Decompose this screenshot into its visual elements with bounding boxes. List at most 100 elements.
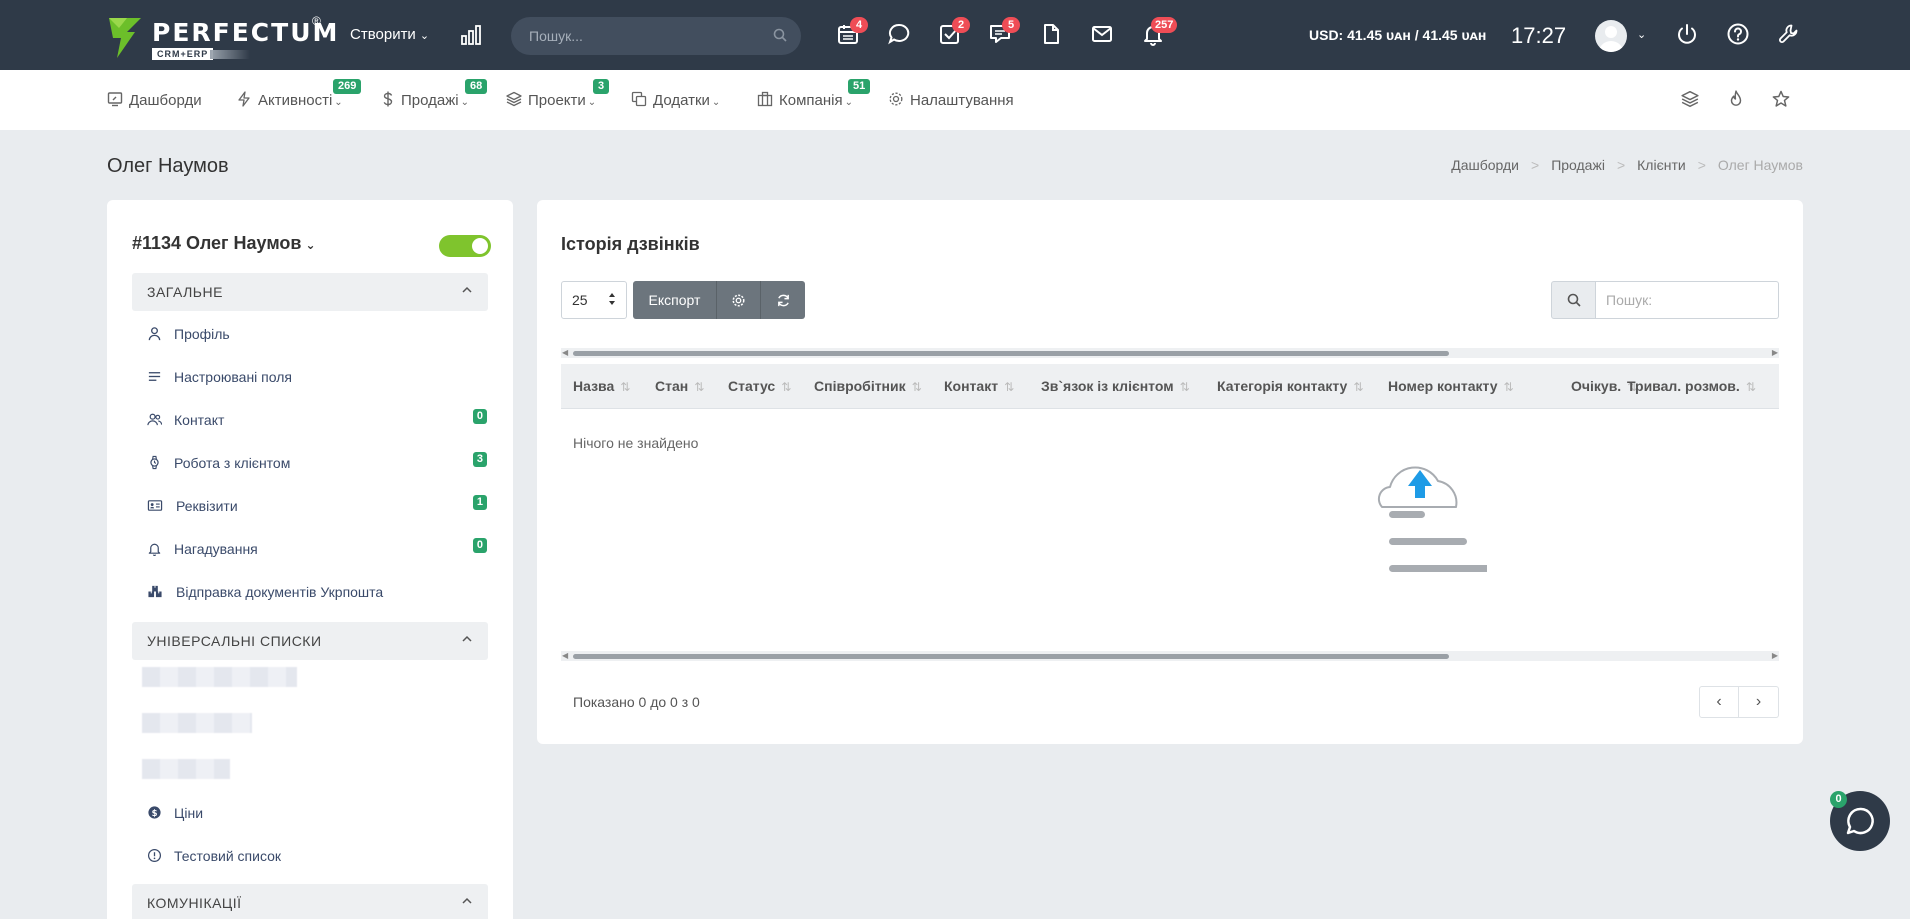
tasks-button[interactable]: 2 xyxy=(938,17,970,50)
messages-badge: 5 xyxy=(1002,17,1020,33)
column-header-client-relation[interactable]: Зв`язок із клієнтом ⇅ xyxy=(1041,378,1190,394)
breadcrumb-separator: > xyxy=(1616,157,1626,173)
table-search-input[interactable] xyxy=(1596,281,1779,319)
column-header-contact-category[interactable]: Категорія контакту ⇅ xyxy=(1217,378,1363,394)
nav-label: Додатки xyxy=(653,92,710,109)
nav-label: Продажі xyxy=(401,92,459,109)
client-selector[interactable]: #1134 Олег Наумов ⌄ xyxy=(132,233,316,254)
layers-icon[interactable] xyxy=(1681,90,1699,108)
sidebar-item-test-list[interactable]: Тестовий список xyxy=(147,845,487,867)
logout-button[interactable] xyxy=(1675,22,1703,50)
scroll-left-arrow-icon[interactable]: ◀ xyxy=(562,651,568,661)
chat-button[interactable] xyxy=(887,22,915,50)
previous-page-button[interactable]: ‹ xyxy=(1699,686,1739,718)
client-active-toggle[interactable] xyxy=(439,235,491,257)
dashboard-icon xyxy=(107,92,123,107)
sidebar-item-reminders[interactable]: Нагадування 0 xyxy=(147,538,487,560)
nav-activities[interactable]: Активності ⌄ 269 xyxy=(236,79,362,109)
breadcrumb-dashboards[interactable]: Дашборди xyxy=(1451,157,1519,173)
bar-chart-icon[interactable] xyxy=(460,24,482,46)
page-length-select[interactable]: 25 xyxy=(561,281,627,319)
table-scrollbar-top[interactable]: ◀ ▶ xyxy=(561,348,1779,358)
sidebar-item-label: Робота з клієнтом xyxy=(174,455,291,471)
column-header-status[interactable]: Статус ⇅ xyxy=(728,378,791,394)
scroll-right-arrow-icon[interactable]: ▶ xyxy=(1772,651,1778,661)
coin-icon: $ xyxy=(148,806,161,819)
chevron-down-icon: ⌄ xyxy=(587,97,597,108)
gear-icon xyxy=(732,294,745,306)
column-header-employee[interactable]: Співробітник ⇅ xyxy=(814,378,922,394)
sidebar-item-contact[interactable]: Контакт 0 xyxy=(147,409,487,431)
table-scrollbar-bottom[interactable]: ◀ ▶ xyxy=(561,651,1779,661)
mail-icon xyxy=(1092,26,1112,42)
nav-sales[interactable]: Продажі ⌄ 68 xyxy=(381,79,488,109)
star-icon[interactable] xyxy=(1772,90,1790,108)
column-header-contact-number[interactable]: Номер контакту ⇅ xyxy=(1388,378,1514,394)
breadcrumb-clients[interactable]: Клієнти xyxy=(1637,157,1686,173)
column-header-contact[interactable]: Контакт ⇅ xyxy=(944,378,1014,394)
column-header-state[interactable]: Стан ⇅ xyxy=(655,378,704,394)
scroll-right-arrow-icon[interactable]: ▶ xyxy=(1772,348,1778,358)
chevron-left-icon: ‹ xyxy=(1716,693,1722,710)
svg-text:$: $ xyxy=(152,808,158,818)
nav-settings[interactable]: Налаштування xyxy=(888,91,1014,109)
breadcrumb: Дашборди > Продажі > Клієнти > Олег Наумов xyxy=(1451,157,1803,173)
nav-badge: 68 xyxy=(465,79,488,94)
notifications-button[interactable]: 257 xyxy=(1141,17,1178,50)
nav-label: Налаштування xyxy=(910,92,1014,109)
sidebar-item-custom-fields[interactable]: Настроювані поля xyxy=(147,366,487,388)
scrollbar-thumb[interactable] xyxy=(573,654,1449,659)
sort-icon: ⇅ xyxy=(781,380,792,394)
sidebar-item-requisites[interactable]: Реквізити 1 xyxy=(147,495,487,517)
search-icon[interactable] xyxy=(773,28,787,42)
section-universal-lists-header[interactable]: УНІВЕРСАЛЬНІ СПИСКИ xyxy=(132,622,488,660)
messages-button[interactable]: 5 xyxy=(988,17,1020,50)
flame-icon[interactable] xyxy=(1727,90,1745,108)
wrench-icon xyxy=(1779,24,1798,43)
column-header-name[interactable]: Назва ⇅ xyxy=(573,378,630,394)
sidebar-item-client-work[interactable]: Робота з клієнтом 3 xyxy=(147,452,487,474)
sidebar-item-ukrposhta[interactable]: Відправка документів Укрпошта xyxy=(147,581,487,603)
section-general-header[interactable]: ЗАГАЛЬНЕ xyxy=(132,273,488,311)
breadcrumb-sales[interactable]: Продажі xyxy=(1551,157,1605,173)
sort-icon: ⇅ xyxy=(1179,380,1190,394)
empty-message: Нічого не знайдено xyxy=(573,435,699,451)
sidebar-item-count: 0 xyxy=(472,538,487,553)
sort-icon: ⇅ xyxy=(1353,380,1364,394)
scroll-left-arrow-icon[interactable]: ◀ xyxy=(562,348,568,358)
next-page-button[interactable]: › xyxy=(1739,686,1779,718)
chevron-up-icon xyxy=(462,635,472,642)
chevron-down-icon: ⌄ xyxy=(305,238,316,252)
sidebar-item-label: Відправка документів Укрпошта xyxy=(176,584,384,600)
sidebar-item-profile[interactable]: Профіль xyxy=(147,323,487,345)
card-title: Історія дзвінків xyxy=(561,234,700,254)
export-button[interactable]: Експорт xyxy=(633,281,717,319)
calendar-button[interactable]: 4 xyxy=(836,17,868,50)
help-button[interactable] xyxy=(1726,22,1754,50)
column-settings-button[interactable] xyxy=(717,281,761,319)
column-header-duration[interactable]: Тривал. розмов. ⇅ xyxy=(1627,378,1756,394)
section-title: КОМУНІКАЦІЇ xyxy=(147,895,242,911)
chevron-down-icon[interactable]: ⌄ xyxy=(1637,28,1646,41)
refresh-button[interactable] xyxy=(761,281,805,319)
client-name: #1134 Олег Наумов xyxy=(132,233,302,253)
user-avatar[interactable] xyxy=(1595,20,1627,52)
nav-projects[interactable]: Проекти ⌄ 3 xyxy=(506,79,610,109)
redacted-list-item xyxy=(142,667,297,687)
section-communications-header[interactable]: КОМУНІКАЦІЇ xyxy=(132,884,488,919)
settings-tools-button[interactable] xyxy=(1777,22,1805,50)
clock: 17:27 xyxy=(1511,23,1567,48)
global-search-input[interactable] xyxy=(529,26,759,46)
mail-button[interactable] xyxy=(1090,22,1118,50)
logo-mark-icon xyxy=(109,18,141,58)
nav-company[interactable]: Компанія ⌄ 51 xyxy=(757,79,871,109)
create-menu-button[interactable]: Створити ⌄ xyxy=(350,26,429,43)
sidebar-item-prices[interactable]: $ Ціни xyxy=(147,802,487,824)
scrollbar-thumb[interactable] xyxy=(573,351,1449,356)
chevron-down-icon: ⌄ xyxy=(419,30,430,42)
brand-logo[interactable]: PERFECTUM ® CRM+ERP xyxy=(107,14,337,60)
building-icon xyxy=(757,91,773,107)
documents-button[interactable] xyxy=(1039,22,1067,50)
nav-addons[interactable]: Додатки ⌄ xyxy=(631,91,720,109)
nav-dashboards[interactable]: Дашборди xyxy=(107,91,202,109)
